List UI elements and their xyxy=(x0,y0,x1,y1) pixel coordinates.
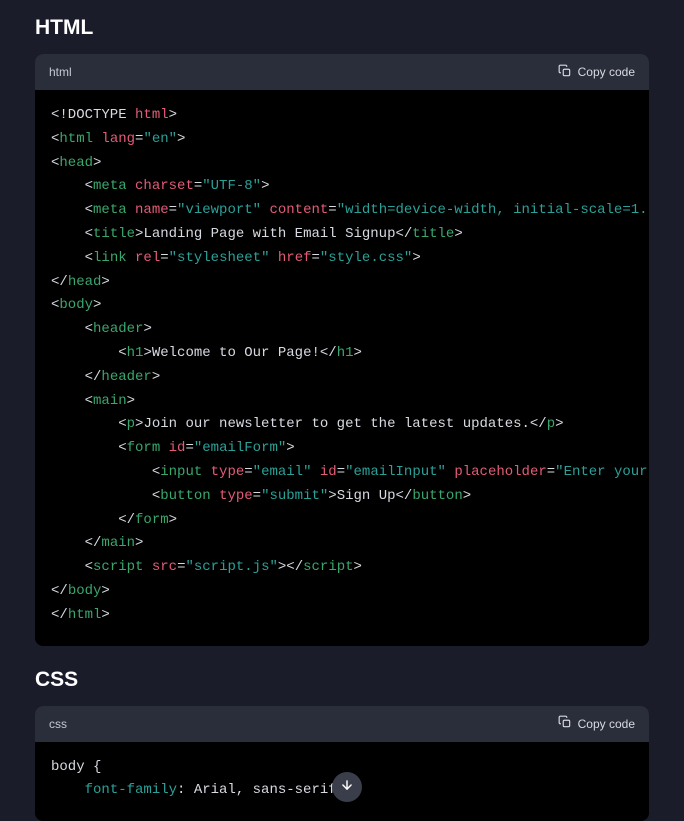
code-token: id xyxy=(320,464,337,480)
code-token: rel xyxy=(135,250,160,266)
code-token: body xyxy=(59,297,93,313)
code-token: "submit" xyxy=(261,488,328,504)
copy-code-button[interactable]: Copy code xyxy=(558,715,635,732)
html-code-card: html Copy code <!DOCTYPE html> <html lan… xyxy=(35,54,649,646)
code-token: h1 xyxy=(337,345,354,361)
code-token: "style.css" xyxy=(320,250,412,266)
code-token: "email" xyxy=(253,464,312,480)
code-token: head xyxy=(68,274,102,290)
arrow-down-icon xyxy=(340,778,354,797)
code-token: <!DOCTYPE xyxy=(51,107,135,123)
code-token: type xyxy=(219,488,253,504)
code-token: button xyxy=(412,488,462,504)
html-code-body[interactable]: <!DOCTYPE html> <html lang="en"> <head> … xyxy=(35,90,649,646)
code-token: { xyxy=(85,759,102,775)
language-label: css xyxy=(49,717,67,731)
code-token: input xyxy=(160,464,202,480)
code-token: href xyxy=(278,250,312,266)
language-label: html xyxy=(49,65,72,79)
code-token: script xyxy=(93,559,143,575)
html-heading: HTML xyxy=(35,16,649,40)
code-token: Join our newsletter to get the latest up… xyxy=(143,416,529,432)
code-header: html Copy code xyxy=(35,54,649,90)
copy-code-button[interactable]: Copy code xyxy=(558,64,635,81)
code-token: body xyxy=(68,583,102,599)
copy-code-label: Copy code xyxy=(578,717,635,731)
code-token: html xyxy=(68,607,102,623)
code-token: link xyxy=(93,250,127,266)
code-token: placeholder xyxy=(454,464,546,480)
code-token: "Enter your xyxy=(555,464,647,480)
code-token: body xyxy=(51,759,85,775)
code-token: title xyxy=(412,226,454,242)
copy-code-label: Copy code xyxy=(578,65,635,79)
code-token: "en" xyxy=(143,131,177,147)
code-token: head xyxy=(59,155,93,171)
code-token: type xyxy=(211,464,245,480)
code-token: lang xyxy=(101,131,135,147)
code-token: p xyxy=(127,416,135,432)
clipboard-icon xyxy=(558,715,572,732)
clipboard-icon xyxy=(558,64,572,81)
code-token: main xyxy=(93,393,127,409)
code-token: header xyxy=(93,321,143,337)
code-token: "script.js" xyxy=(185,559,277,575)
code-token: html xyxy=(135,107,169,123)
code-token: main xyxy=(101,535,135,551)
code-token: Landing Page with Email Signup xyxy=(143,226,395,242)
code-token: "viewport" xyxy=(177,202,261,218)
scroll-down-button[interactable] xyxy=(332,772,362,802)
code-token: font-family xyxy=(85,782,177,798)
css-code-card: css Copy code body { font-family: Arial,… xyxy=(35,706,649,821)
css-heading: CSS xyxy=(35,668,649,692)
code-token: form xyxy=(127,440,161,456)
code-token: script xyxy=(303,559,353,575)
code-token: charset xyxy=(135,178,194,194)
code-token: "emailForm" xyxy=(194,440,286,456)
code-token: "UTF-8" xyxy=(202,178,261,194)
code-token: id xyxy=(169,440,186,456)
code-token: title xyxy=(93,226,135,242)
code-token: name xyxy=(135,202,169,218)
code-token: "width=device-width, initial-scale=1. xyxy=(337,202,648,218)
code-token: html xyxy=(59,131,93,147)
code-token: meta xyxy=(93,178,127,194)
code-token: src xyxy=(152,559,177,575)
code-token: meta xyxy=(93,202,127,218)
code-token: : Arial, sans-serif; xyxy=(177,782,345,798)
code-token: Sign Up xyxy=(337,488,396,504)
code-token: p xyxy=(547,416,555,432)
code-token: Welcome to Our Page! xyxy=(152,345,320,361)
code-token: header xyxy=(101,369,151,385)
code-token: form xyxy=(135,512,169,528)
code-token: content xyxy=(269,202,328,218)
code-token: h1 xyxy=(127,345,144,361)
code-token: "stylesheet" xyxy=(169,250,270,266)
code-header: css Copy code xyxy=(35,706,649,742)
code-token: button xyxy=(160,488,210,504)
code-token: "emailInput" xyxy=(345,464,446,480)
